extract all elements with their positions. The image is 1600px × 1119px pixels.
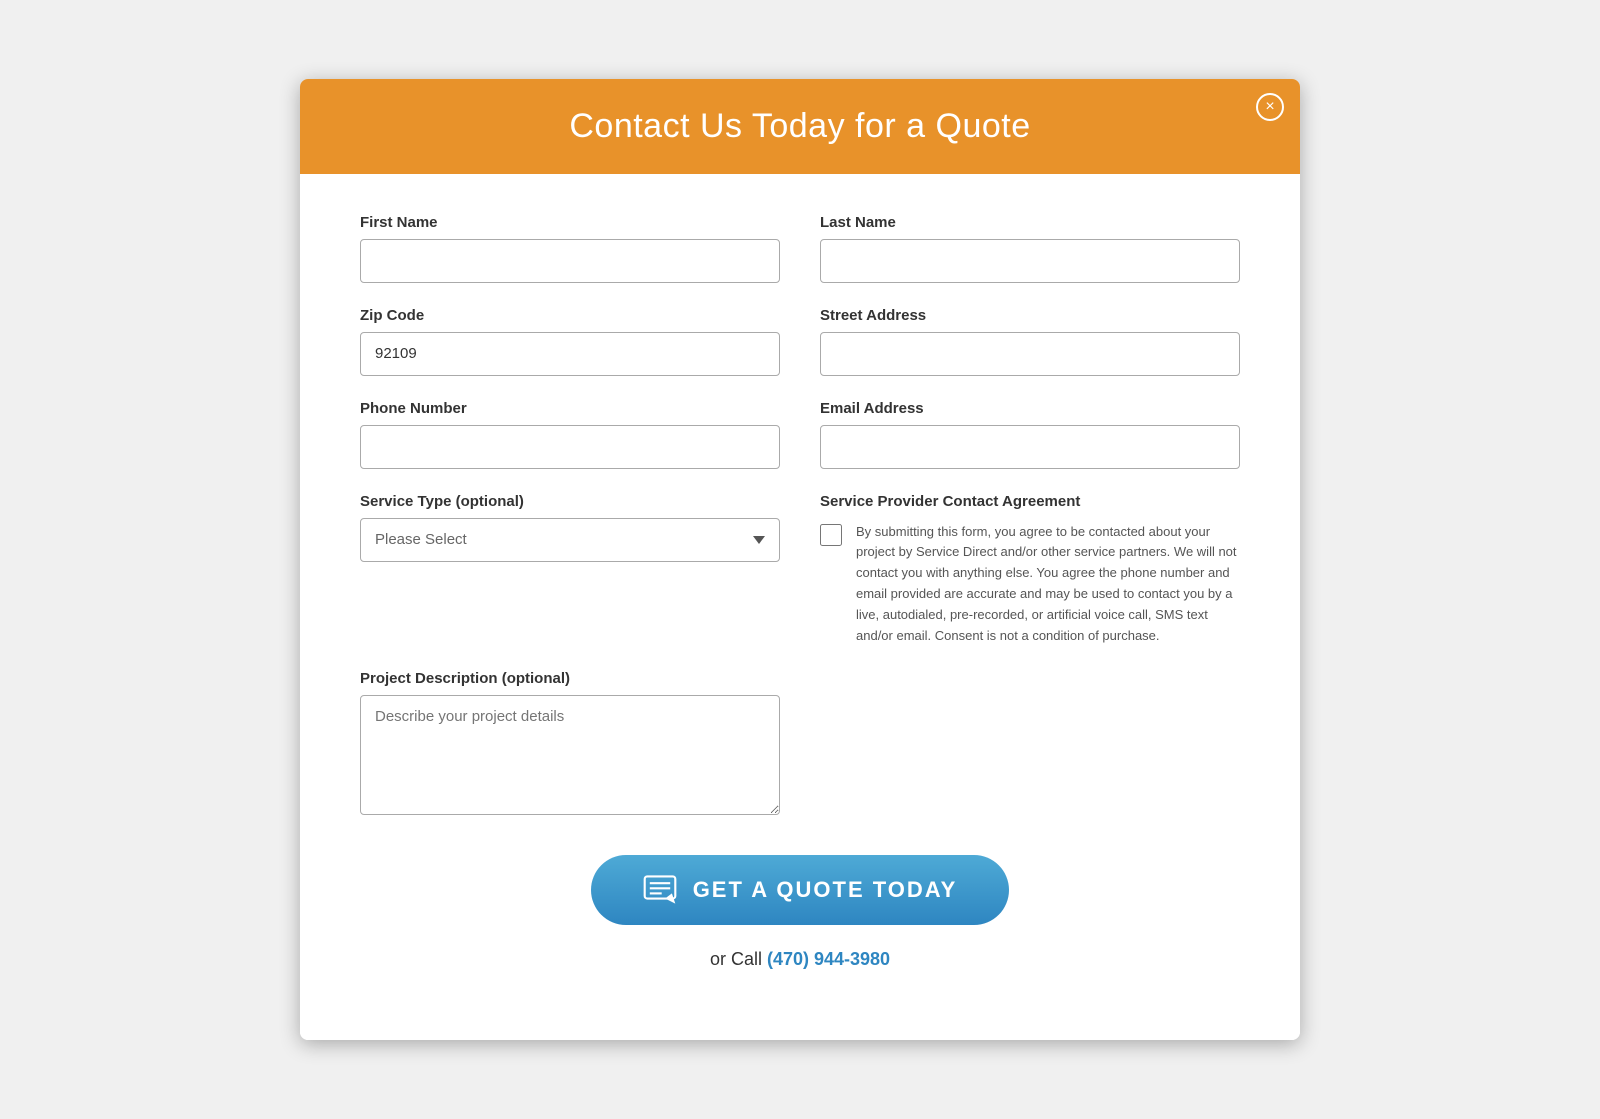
quote-icon (643, 873, 677, 907)
phone-number-input[interactable] (360, 425, 780, 469)
service-type-select[interactable]: Please Select Plumbing Electrical HVAC R… (360, 518, 780, 562)
zip-code-group: Zip Code (360, 307, 780, 376)
or-call-section: or Call (470) 944-3980 (360, 949, 1240, 970)
modal-container: Contact Us Today for a Quote × First Nam… (300, 79, 1300, 1041)
modal-title: Contact Us Today for a Quote (340, 107, 1260, 146)
first-name-label: First Name (360, 214, 780, 231)
service-type-label: Service Type (optional) (360, 493, 780, 510)
street-address-input[interactable] (820, 332, 1240, 376)
email-address-input[interactable] (820, 425, 1240, 469)
project-description-label: Project Description (optional) (360, 670, 780, 687)
modal-body: First Name Last Name Zip Code Street Add… (300, 174, 1300, 1041)
last-name-input[interactable] (820, 239, 1240, 283)
zip-code-label: Zip Code (360, 307, 780, 324)
agreement-content: By submitting this form, you agree to be… (820, 522, 1240, 647)
zip-code-input[interactable] (360, 332, 780, 376)
phone-number-label: Phone Number (360, 400, 780, 417)
close-button[interactable]: × (1256, 93, 1284, 121)
service-type-group: Service Type (optional) Please Select Pl… (360, 493, 780, 647)
form-actions: GET A QUOTE TODAY or Call (470) 944-3980 (360, 855, 1240, 1000)
form-grid: First Name Last Name Zip Code Street Add… (360, 214, 1240, 816)
agreement-group: Service Provider Contact Agreement By su… (820, 493, 1240, 647)
street-address-label: Street Address (820, 307, 1240, 324)
first-name-input[interactable] (360, 239, 780, 283)
project-description-group: Project Description (optional) (360, 670, 780, 815)
email-address-group: Email Address (820, 400, 1240, 469)
modal-header: Contact Us Today for a Quote × (300, 79, 1300, 174)
or-call-text: or Call (710, 949, 767, 969)
first-name-group: First Name (360, 214, 780, 283)
get-quote-button[interactable]: GET A QUOTE TODAY (591, 855, 1010, 925)
phone-number-group: Phone Number (360, 400, 780, 469)
quote-button-label: GET A QUOTE TODAY (693, 877, 958, 903)
email-address-label: Email Address (820, 400, 1240, 417)
last-name-label: Last Name (820, 214, 1240, 231)
phone-link[interactable]: (470) 944-3980 (767, 949, 890, 969)
project-description-textarea[interactable] (360, 695, 780, 815)
street-address-group: Street Address (820, 307, 1240, 376)
last-name-group: Last Name (820, 214, 1240, 283)
agreement-text: By submitting this form, you agree to be… (856, 522, 1240, 647)
agreement-checkbox[interactable] (820, 524, 842, 546)
agreement-title: Service Provider Contact Agreement (820, 493, 1240, 510)
